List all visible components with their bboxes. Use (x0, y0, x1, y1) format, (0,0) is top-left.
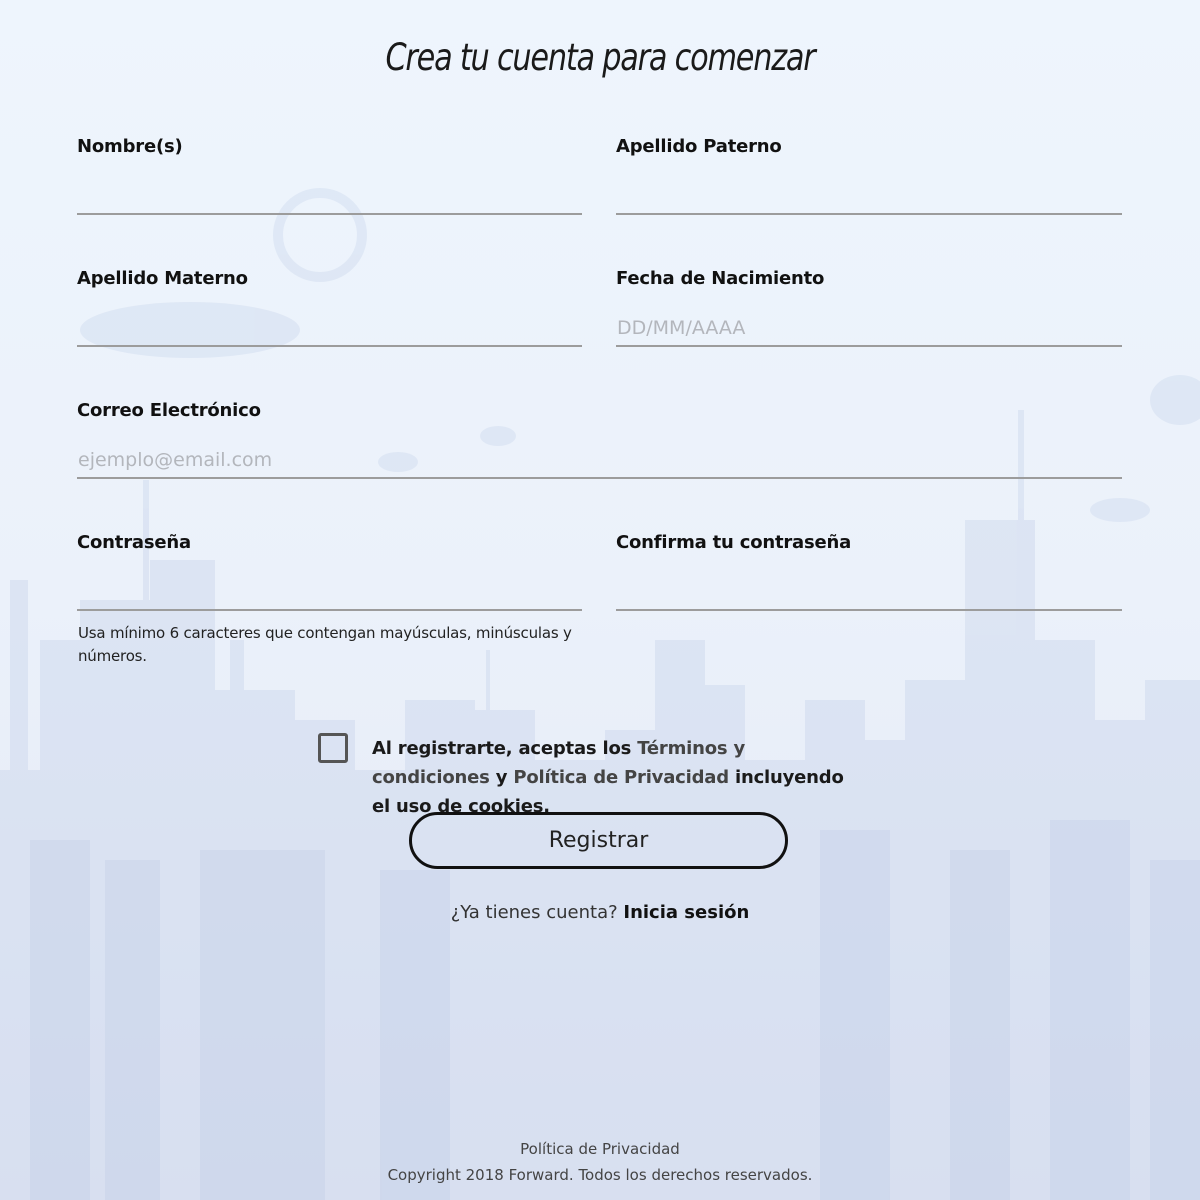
footer-copyright: Copyright 2018 Forward. Todos los derech… (387, 1166, 813, 1184)
password-confirm-field: Confirma tu contraseña (616, 532, 1122, 618)
first-name-input[interactable] (77, 178, 582, 215)
email-input[interactable] (77, 442, 1122, 479)
last-name-maternal-field: Apellido Materno (77, 268, 582, 354)
password-confirm-input[interactable] (616, 574, 1122, 611)
register-button[interactable]: Registrar (409, 812, 788, 869)
page-title: Crea tu cuenta para comenzar (385, 36, 815, 79)
birth-date-input[interactable] (616, 310, 1122, 347)
terms-conjunction: y (489, 767, 514, 788)
password-hint: Usa mínimo 6 caracteres que contengan ma… (78, 624, 572, 665)
birth-date-label: Fecha de Nacimiento (616, 268, 825, 289)
terms-prefix: Al registrarte, aceptas los (372, 738, 638, 759)
email-field: Correo Electrónico (77, 400, 1122, 486)
last-name-maternal-label: Apellido Materno (77, 268, 248, 289)
email-label: Correo Electrónico (77, 400, 261, 421)
footer-privacy-link-row: Política de Privacidad (0, 1140, 1200, 1158)
signup-page: Crea tu cuenta para comenzar Nombre(s) A… (0, 0, 1200, 1200)
birth-date-field: Fecha de Nacimiento (616, 268, 1122, 354)
privacy-link[interactable]: Política de Privacidad (513, 767, 729, 788)
terms-text: Al registrarte, aceptas los Términos y c… (372, 734, 852, 821)
first-name-label: Nombre(s) (77, 136, 183, 157)
password-label: Contraseña (77, 532, 191, 553)
footer-privacy-link[interactable]: Política de Privacidad (520, 1140, 680, 1158)
login-prompt-text: ¿Ya tienes cuenta? (450, 902, 624, 923)
last-name-paternal-field: Apellido Paterno (616, 136, 1122, 222)
last-name-maternal-input[interactable] (77, 310, 582, 347)
login-link[interactable]: Inicia sesión (623, 902, 749, 923)
login-prompt: ¿Ya tienes cuenta? Inicia sesión (0, 902, 1200, 923)
last-name-paternal-label: Apellido Paterno (616, 136, 782, 157)
password-field: Contraseña (77, 532, 582, 618)
last-name-paternal-input[interactable] (616, 178, 1122, 215)
first-name-field: Nombre(s) (77, 136, 582, 222)
terms-checkbox[interactable] (318, 733, 348, 763)
password-input[interactable] (77, 574, 582, 611)
password-confirm-label: Confirma tu contraseña (616, 532, 852, 553)
